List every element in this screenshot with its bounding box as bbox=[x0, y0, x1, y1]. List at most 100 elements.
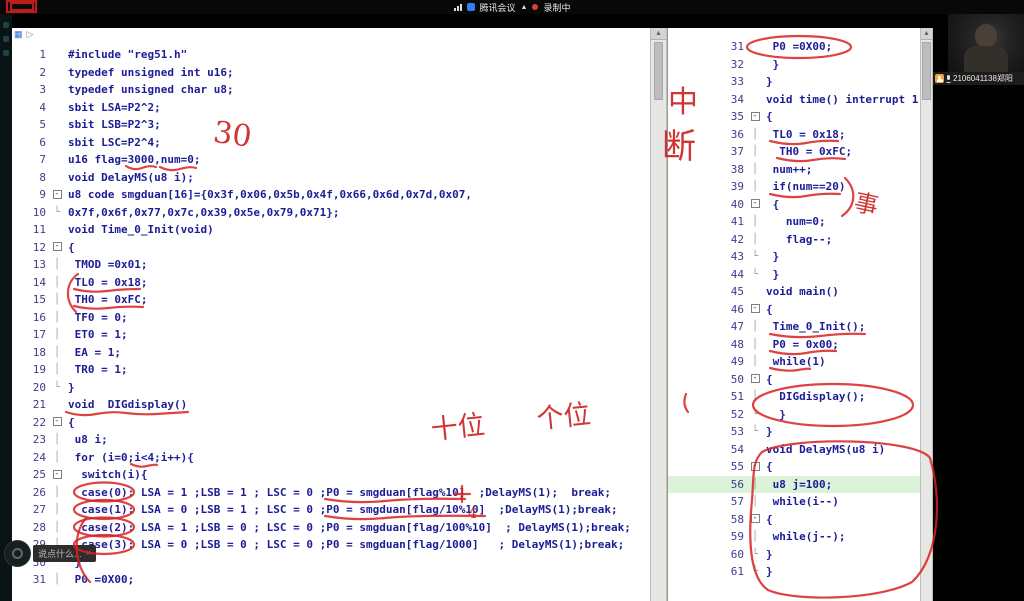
webcam-thumbnail[interactable] bbox=[948, 14, 1024, 72]
code-line[interactable]: 42│ flag--; bbox=[668, 231, 920, 249]
code-line[interactable]: 29│ case(3): LSA = 0 ;LSB = 0 ; LSC = 0 … bbox=[12, 536, 650, 554]
code-pane-right[interactable]: 31 P0 =0X00;32 }33}34void time() interru… bbox=[667, 28, 920, 601]
code-line[interactable]: 31│ P0 =0X00; bbox=[12, 571, 650, 589]
code-line[interactable]: 37│ TH0 = 0xFC; bbox=[668, 143, 920, 161]
code-line[interactable]: 33} bbox=[668, 73, 920, 91]
fold-collapse-icon[interactable]: - bbox=[748, 196, 762, 214]
scroll-up-icon[interactable]: ▲ bbox=[921, 28, 932, 40]
code-line[interactable]: 50-{ bbox=[668, 371, 920, 389]
code-line[interactable]: 56│ u8 j=100; bbox=[668, 476, 920, 494]
annotation-tool-button[interactable] bbox=[4, 540, 31, 567]
fold-collapse-icon[interactable]: - bbox=[50, 239, 64, 257]
code-line[interactable]: 55-{ bbox=[668, 458, 920, 476]
code-line[interactable]: 30└ } bbox=[12, 554, 650, 572]
code-line[interactable]: 36│ TL0 = 0x18; bbox=[668, 126, 920, 144]
fold-collapse-icon[interactable]: - bbox=[748, 511, 762, 529]
strip-icon[interactable] bbox=[3, 22, 9, 28]
strip-icon[interactable] bbox=[3, 36, 9, 42]
code-line[interactable]: 52└ } bbox=[668, 406, 920, 424]
left-pane-scrollbar[interactable]: ▲ bbox=[650, 28, 667, 601]
code-line[interactable]: 28│ case(2): LSA = 1 ;LSB = 0 ; LSC = 0 … bbox=[12, 519, 650, 537]
grid-icon[interactable]: ▦ bbox=[14, 29, 23, 40]
code-line[interactable]: 24│ for (i=0;i<4;i++){ bbox=[12, 449, 650, 467]
code-line[interactable]: 32 } bbox=[668, 56, 920, 74]
code-line[interactable]: 23│ u8 i; bbox=[12, 431, 650, 449]
code-line[interactable]: 22-{ bbox=[12, 414, 650, 432]
code-line[interactable]: 3typedef unsigned char u8; bbox=[12, 81, 650, 99]
code-line[interactable]: 40- { bbox=[668, 196, 920, 214]
code-line[interactable]: 21void DIGdisplay() bbox=[12, 396, 650, 414]
code-line[interactable]: 54void DelayMS(u8 i) bbox=[668, 441, 920, 459]
scrollbar-thumb[interactable] bbox=[922, 42, 931, 100]
code-text: u16 flag=3000,num=0; bbox=[64, 151, 200, 169]
chevron-up-icon[interactable]: ▲ bbox=[521, 4, 528, 11]
code-line[interactable]: 38│ num++; bbox=[668, 161, 920, 179]
code-line[interactable]: 58-{ bbox=[668, 511, 920, 529]
code-line[interactable]: 5sbit LSB=P2^3; bbox=[12, 116, 650, 134]
play-icon[interactable]: ▷ bbox=[27, 29, 34, 40]
code-line[interactable]: 34void time() interrupt 1 bbox=[668, 91, 920, 109]
fold-collapse-icon[interactable]: - bbox=[748, 371, 762, 389]
code-line[interactable]: 16│ TF0 = 0; bbox=[12, 309, 650, 327]
right-pane-scrollbar[interactable]: ▲ bbox=[920, 28, 933, 601]
fold-collapse-icon[interactable]: - bbox=[748, 458, 762, 476]
participant-name-bar[interactable]: 2106041138郑阳 bbox=[933, 72, 1024, 85]
code-line[interactable]: 6sbit LSC=P2^4; bbox=[12, 134, 650, 152]
code-line[interactable]: 35-{ bbox=[668, 108, 920, 126]
code-line[interactable]: 4sbit LSA=P2^2; bbox=[12, 99, 650, 117]
code-line[interactable]: 41│ num=0; bbox=[668, 213, 920, 231]
code-line[interactable]: 25- switch(i){ bbox=[12, 466, 650, 484]
code-line[interactable]: 49│ while(1) bbox=[668, 353, 920, 371]
code-line[interactable]: 53└} bbox=[668, 423, 920, 441]
code-line[interactable]: 44└ } bbox=[668, 266, 920, 284]
code-line[interactable]: 59│ while(j--); bbox=[668, 528, 920, 546]
line-number: 28 bbox=[12, 519, 50, 537]
code-line[interactable]: 47│ Time_0_Init(); bbox=[668, 318, 920, 336]
code-line[interactable]: 11void Time_0_Init(void) bbox=[12, 221, 650, 239]
fold-guide: └ bbox=[748, 266, 762, 284]
code-line[interactable]: 20└} bbox=[12, 379, 650, 397]
code-line[interactable]: 10└0x7f,0x6f,0x77,0x7c,0x39,0x5e,0x79,0x… bbox=[12, 204, 650, 222]
code-pane-left[interactable]: ▦ ▷ 1#include "reg51.h"2typedef unsigned… bbox=[12, 28, 650, 601]
code-text: { bbox=[64, 239, 75, 257]
code-line[interactable]: 9-u8 code smgduan[16]={0x3f,0x06,0x5b,0x… bbox=[12, 186, 650, 204]
fold-collapse-icon[interactable]: - bbox=[50, 466, 64, 484]
fold-collapse-icon[interactable]: - bbox=[748, 301, 762, 319]
code-line[interactable]: 57│ while(i--) bbox=[668, 493, 920, 511]
code-line[interactable]: 39│ if(num==20) bbox=[668, 178, 920, 196]
fold-guide: │ bbox=[748, 231, 762, 249]
code-line[interactable]: 60└} bbox=[668, 546, 920, 564]
close-icon[interactable]: × bbox=[86, 549, 92, 559]
code-line[interactable]: 18│ EA = 1; bbox=[12, 344, 650, 362]
code-line[interactable]: 7u16 flag=3000,num=0; bbox=[12, 151, 650, 169]
code-line[interactable]: 12-{ bbox=[12, 239, 650, 257]
meeting-topbar[interactable]: 腾讯会议 ▲ 录制中 bbox=[0, 0, 1024, 14]
code-line[interactable]: 19│ TR0 = 1; bbox=[12, 361, 650, 379]
code-line[interactable]: 43└ } bbox=[668, 248, 920, 266]
code-line[interactable]: 31 P0 =0X00; bbox=[668, 38, 920, 56]
code-line[interactable]: 45void main() bbox=[668, 283, 920, 301]
fold-collapse-icon[interactable]: - bbox=[748, 108, 762, 126]
code-line[interactable]: 17│ ET0 = 1; bbox=[12, 326, 650, 344]
editor-mini-toolbar[interactable]: ▦ ▷ bbox=[14, 29, 33, 40]
fold-collapse-icon[interactable]: - bbox=[50, 186, 64, 204]
code-line[interactable]: 1#include "reg51.h" bbox=[12, 46, 650, 64]
code-line[interactable]: 61└} bbox=[668, 563, 920, 581]
code-line[interactable]: 26│ case(0): LSA = 1 ;LSB = 1 ; LSC = 0 … bbox=[12, 484, 650, 502]
code-line[interactable]: 14│ TL0 = 0x18; bbox=[12, 274, 650, 292]
code-line[interactable]: 51│ DIGdisplay(); bbox=[668, 388, 920, 406]
code-line[interactable]: 27│ case(1): LSA = 0 ;LSB = 1 ; LSC = 0 … bbox=[12, 501, 650, 519]
scroll-up-icon[interactable]: ▲ bbox=[651, 28, 666, 40]
line-number: 46 bbox=[668, 301, 748, 319]
code-line[interactable]: 46-{ bbox=[668, 301, 920, 319]
fold-collapse-icon[interactable]: - bbox=[50, 414, 64, 432]
code-line[interactable]: 2typedef unsigned int u16; bbox=[12, 64, 650, 82]
code-line[interactable]: 48│ P0 = 0x00; bbox=[668, 336, 920, 354]
code-line[interactable]: 8void DelayMS(u8 i); bbox=[12, 169, 650, 187]
strip-icon[interactable] bbox=[3, 50, 9, 56]
scrollbar-thumb[interactable] bbox=[654, 42, 663, 100]
chat-hint-tooltip[interactable]: 说点什么... × bbox=[33, 545, 96, 562]
fold-guide: │ bbox=[748, 336, 762, 354]
code-line[interactable]: 13│ TMOD =0x01; bbox=[12, 256, 650, 274]
code-line[interactable]: 15│ TH0 = 0xFC; bbox=[12, 291, 650, 309]
